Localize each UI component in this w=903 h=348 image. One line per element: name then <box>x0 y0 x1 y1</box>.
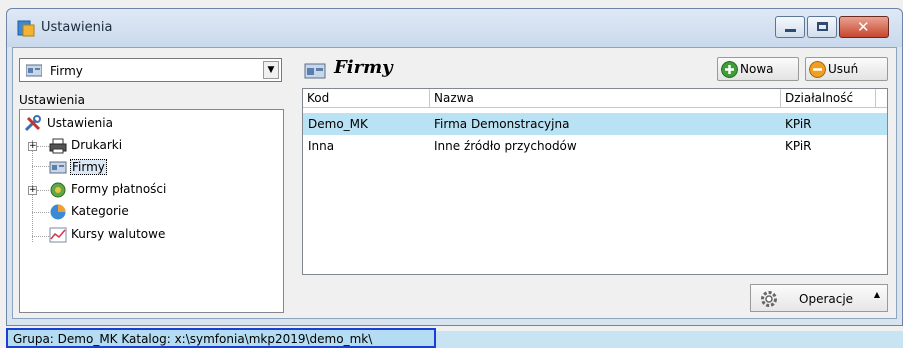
caret-up-icon: ▲ <box>873 290 880 299</box>
plus-icon <box>721 61 738 78</box>
cell-nazwa: Firma Demonstracyjna <box>434 117 570 131</box>
delete-button[interactable]: Usuń <box>805 57 888 81</box>
settings-app-icon <box>17 20 35 37</box>
tree-item-firmy[interactable]: Firmy <box>20 157 160 177</box>
grid-header: Kod Nazwa Działalność <box>303 89 887 108</box>
expand-icon[interactable]: + <box>28 142 37 151</box>
tree-item-formy-platnosci[interactable]: + Formy płatności <box>20 180 180 200</box>
left-pane: Firmy ▼ Ustawienia Ustawienia + Drukarki… <box>17 52 284 314</box>
operations-button[interactable]: Operacje ▲ <box>750 284 888 312</box>
tree-item-label: Formy płatności <box>71 182 167 196</box>
tree-item-label: Firmy <box>70 159 107 175</box>
maximize-icon <box>817 22 828 31</box>
gear-icon <box>761 291 777 307</box>
operations-label: Operacje <box>799 292 854 306</box>
coins-icon <box>50 182 66 198</box>
company-icon <box>26 64 42 77</box>
combo-value: Firmy <box>50 64 83 78</box>
tree-header: Ustawienia <box>19 93 85 107</box>
table-row[interactable]: Inna Inne źródło przychodów KPiR <box>303 135 887 157</box>
cell-nazwa: Inne źródło przychodów <box>434 139 577 153</box>
delete-button-label: Usuń <box>828 62 859 76</box>
title-bar[interactable]: Ustawienia ✕ <box>7 9 902 47</box>
window-title: Ustawienia <box>41 20 113 35</box>
minimize-button[interactable] <box>775 16 805 38</box>
status-bar: Grupa: Demo_MK Katalog: x:\symfonia\mkp2… <box>6 328 436 348</box>
companies-grid[interactable]: Kod Nazwa Działalność Demo_MK Firma Demo… <box>302 88 888 275</box>
new-button-label: Nowa <box>740 62 774 76</box>
company-icon <box>304 63 326 79</box>
pie-chart-icon <box>50 204 66 220</box>
settings-tree[interactable]: Ustawienia + Drukarki Firmy + Formy płat… <box>19 109 284 313</box>
company-icon <box>49 161 67 174</box>
close-icon: ✕ <box>857 18 870 36</box>
maximize-button[interactable] <box>807 16 837 38</box>
tree-item-label: Kategorie <box>71 204 129 218</box>
tools-icon <box>24 115 41 132</box>
tree-item-label: Drukarki <box>71 138 123 152</box>
settings-window: Ustawienia ✕ Firmy ▼ Ustawienia Ustawien… <box>6 8 903 326</box>
expand-icon[interactable]: + <box>28 186 37 195</box>
client-area: Firmy ▼ Ustawienia Ustawienia + Drukarki… <box>12 47 897 319</box>
minimize-icon <box>785 29 796 32</box>
close-button[interactable]: ✕ <box>839 16 889 38</box>
tree-item-drukarki[interactable]: + Drukarki <box>20 136 160 156</box>
printer-icon <box>49 138 67 154</box>
table-row[interactable]: Demo_MK Firma Demonstracyjna KPiR <box>303 113 887 135</box>
cell-kod: Demo_MK <box>308 117 368 131</box>
right-pane: Firmy Nowa Usuń Kod Nazwa Działalność De… <box>294 52 894 314</box>
tree-item-kursy-walutowe[interactable]: Kursy walutowe <box>20 225 180 245</box>
cell-dzialalnosc: KPiR <box>785 139 812 153</box>
status-text: Grupa: Demo_MK Katalog: x:\symfonia\mkp2… <box>13 332 373 346</box>
column-header-kod[interactable]: Kod <box>303 89 430 108</box>
tree-item-label: Kursy walutowe <box>71 227 166 241</box>
tree-item-kategorie[interactable]: Kategorie <box>20 202 160 222</box>
line-chart-icon <box>49 227 67 243</box>
category-combo[interactable]: Firmy ▼ <box>19 58 282 82</box>
statusbar-background <box>436 331 903 348</box>
chevron-down-icon[interactable]: ▼ <box>263 61 279 79</box>
new-button[interactable]: Nowa <box>717 57 799 81</box>
column-header-nazwa[interactable]: Nazwa <box>430 89 781 108</box>
minus-icon <box>809 61 826 78</box>
tree-item-label: Ustawienia <box>47 116 113 130</box>
cell-dzialalnosc: KPiR <box>785 117 812 131</box>
page-title: Firmy <box>334 57 393 78</box>
column-header-dzialalnosc[interactable]: Działalność <box>781 89 876 108</box>
cell-kod: Inna <box>308 139 335 153</box>
